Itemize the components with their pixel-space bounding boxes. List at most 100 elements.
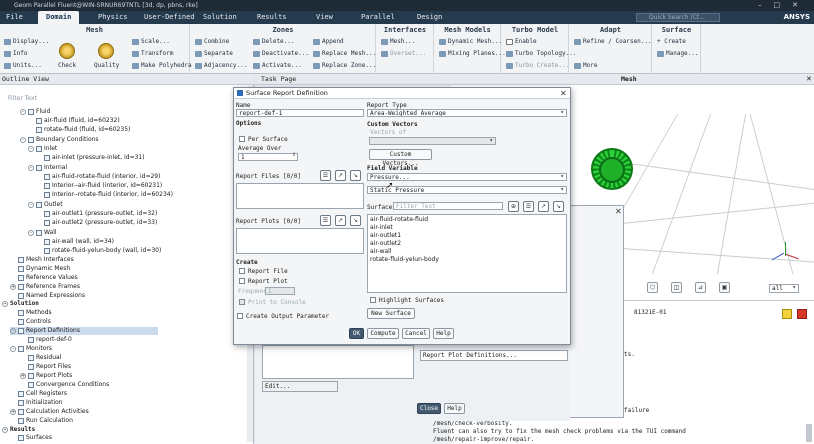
outline-filter-input[interactable]: Filter Text	[2, 94, 250, 104]
name-input[interactable]: report-def-1	[236, 109, 364, 117]
tree-item[interactable]: - Wall	[28, 229, 57, 237]
report-plot-checkbox[interactable]	[239, 278, 245, 284]
tab-file[interactable]: File	[6, 11, 23, 24]
tree-item[interactable]: + Calculation Activities	[10, 408, 89, 416]
list-edit-icon[interactable]: ☰	[320, 215, 331, 226]
help-button[interactable]: Help	[444, 403, 465, 414]
close-icon[interactable]: ✕	[615, 207, 622, 216]
adjacency-button[interactable]: Adjacency...	[195, 62, 247, 69]
quality-button[interactable]: Quality	[94, 62, 119, 69]
per-surface-checkbox[interactable]	[239, 136, 245, 142]
append-button[interactable]: Append	[313, 38, 344, 45]
tree-item[interactable]: + Report Plots	[20, 372, 72, 380]
tree-item[interactable]: report-def-0	[28, 336, 72, 344]
units-button[interactable]: Units...	[4, 62, 42, 69]
tab-physics[interactable]: Physics	[98, 11, 128, 24]
turbo-enable-checkbox[interactable]: Enable	[506, 38, 537, 45]
tree-item[interactable]: air-fluid-rotate-fluid (interior, id=29)	[44, 173, 160, 181]
edit-button[interactable]: Edit...	[262, 381, 338, 392]
tree-item[interactable]: air-inlet (pressure-inlet, id=31)	[44, 154, 145, 162]
tab-view[interactable]: View	[316, 11, 333, 24]
report-plot-definitions-button[interactable]: Report Plot Definitions...	[420, 350, 568, 361]
tree-item[interactable]: rotate-fluid (fluid, id=60235)	[36, 126, 130, 134]
collapse-icon[interactable]: -	[2, 426, 8, 433]
list-add-icon[interactable]: ↗	[538, 201, 549, 212]
collapse-icon[interactable]: -	[28, 145, 34, 152]
tree-item[interactable]: air-fluid (fluid, id=60232)	[36, 117, 120, 125]
warning-icon[interactable]	[782, 309, 792, 319]
tree-item[interactable]: Initialization	[18, 399, 63, 407]
chart-view-icon[interactable]: ⊿	[695, 282, 706, 293]
spinner-icon[interactable]: ⇕	[292, 152, 296, 158]
report-plots-list[interactable]	[236, 228, 364, 254]
info-button[interactable]: Info	[4, 50, 27, 57]
scale-button[interactable]: Scale...	[132, 38, 170, 45]
surface-list-item[interactable]: air-fluid-rotate-fluid	[370, 216, 428, 223]
list-remove-icon[interactable]: ↘	[350, 215, 361, 226]
replace-zone-button[interactable]: Replace Zone...	[313, 62, 376, 69]
new-surface-button[interactable]: New Surface	[367, 308, 415, 319]
tree-item[interactable]: Dynamic Mesh	[18, 265, 70, 273]
collapse-icon[interactable]: -	[28, 164, 34, 171]
tree-item[interactable]: Controls	[18, 318, 51, 326]
tree-item[interactable]: Convergence Conditions	[28, 381, 109, 389]
view-toolbar-button[interactable]: ◫	[671, 282, 682, 293]
field-variable-subselect[interactable]: Static Pressure	[367, 186, 567, 194]
tree-item[interactable]: rotate-fluid-yelun-body (wall, id=30)	[44, 247, 161, 255]
refine-coarsen-button[interactable]: Refine / Coarsen...	[574, 38, 652, 45]
overset-button[interactable]: Overset...	[381, 50, 426, 57]
tab-parallel[interactable]: Parallel	[361, 11, 395, 24]
cancel-button[interactable]: Cancel	[402, 328, 430, 339]
adapt-more-button[interactable]: More	[574, 62, 597, 69]
tree-section-solution[interactable]: - Solution	[2, 300, 39, 308]
highlight-surfaces-checkbox[interactable]	[370, 297, 376, 303]
surface-list-item[interactable]: rotate-fluid-yelun-body	[370, 256, 439, 263]
manage-surface-button[interactable]: Manage...	[657, 50, 699, 57]
filter-options-icon[interactable]: ⊕	[508, 201, 519, 212]
tree-item[interactable]: Run Calculation	[18, 417, 73, 425]
field-variable-select[interactable]: Pressure...	[367, 173, 567, 181]
tree-item[interactable]: Surfaces	[18, 434, 52, 442]
collapse-icon[interactable]: -	[20, 136, 26, 143]
tree-item[interactable]: air-outlet1 (pressure-outlet, id=32)	[44, 210, 157, 218]
tree-item[interactable]: Residual	[28, 354, 61, 362]
tab-domain[interactable]: Domain	[38, 11, 80, 24]
list-add-icon[interactable]: ↗	[335, 215, 346, 226]
frequency-input[interactable]: 1	[265, 287, 295, 295]
definitions-list[interactable]	[262, 345, 414, 379]
help-button[interactable]: Help	[433, 328, 454, 339]
window-controls[interactable]: –□✕	[758, 0, 810, 11]
average-over-input[interactable]: 1	[238, 153, 298, 161]
list-remove-icon[interactable]: ↘	[553, 201, 564, 212]
tree-item[interactable]: - Monitors	[10, 345, 52, 353]
tree-item[interactable]: air-outlet2 (pressure-outlet, id=33)	[44, 219, 157, 227]
tree-item[interactable]: Reference Values	[18, 274, 78, 282]
zoom-select[interactable]: all	[769, 284, 799, 293]
turbo-topology-button[interactable]: Turbo Topology...	[506, 50, 576, 57]
tab-results[interactable]: Results	[257, 11, 287, 24]
surface-list-item[interactable]: air-outlet2	[370, 240, 401, 247]
activate-button[interactable]: Activate...	[253, 62, 302, 69]
compute-button[interactable]: Compute	[367, 328, 399, 339]
collapse-icon[interactable]: -	[10, 345, 16, 352]
tree-item[interactable]: Cell Registers	[18, 390, 67, 398]
ok-button[interactable]: OK	[349, 328, 364, 339]
separate-button[interactable]: Separate	[195, 50, 233, 57]
surface-list-item[interactable]: air-inlet	[370, 224, 393, 231]
deactivate-button[interactable]: Deactivate...	[253, 50, 309, 57]
expand-icon[interactable]: +	[20, 372, 26, 379]
collapse-icon[interactable]: -	[2, 300, 8, 307]
tab-design[interactable]: Design	[417, 11, 442, 24]
report-files-list[interactable]	[236, 183, 364, 209]
surfaces-filter-input[interactable]: Filter Text	[393, 202, 503, 210]
tab-user-defined[interactable]: User-Defined	[144, 11, 195, 24]
tab-solution[interactable]: Solution	[203, 11, 237, 24]
display-button[interactable]: Display...	[4, 38, 49, 45]
delete-button[interactable]: Delete...	[253, 38, 295, 45]
tree-item[interactable]: Named Expressions	[18, 292, 85, 300]
quick-search-input[interactable]: Quick Search (Ct...	[636, 13, 720, 22]
view-toolbar-button[interactable]: ▣	[719, 282, 730, 293]
tree-item[interactable]: Interior--air-fluid (interior, id=60231)	[44, 182, 162, 190]
dynamic-mesh-button[interactable]: Dynamic Mesh...	[439, 38, 502, 45]
tree-item[interactable]: Report Files	[28, 363, 71, 371]
